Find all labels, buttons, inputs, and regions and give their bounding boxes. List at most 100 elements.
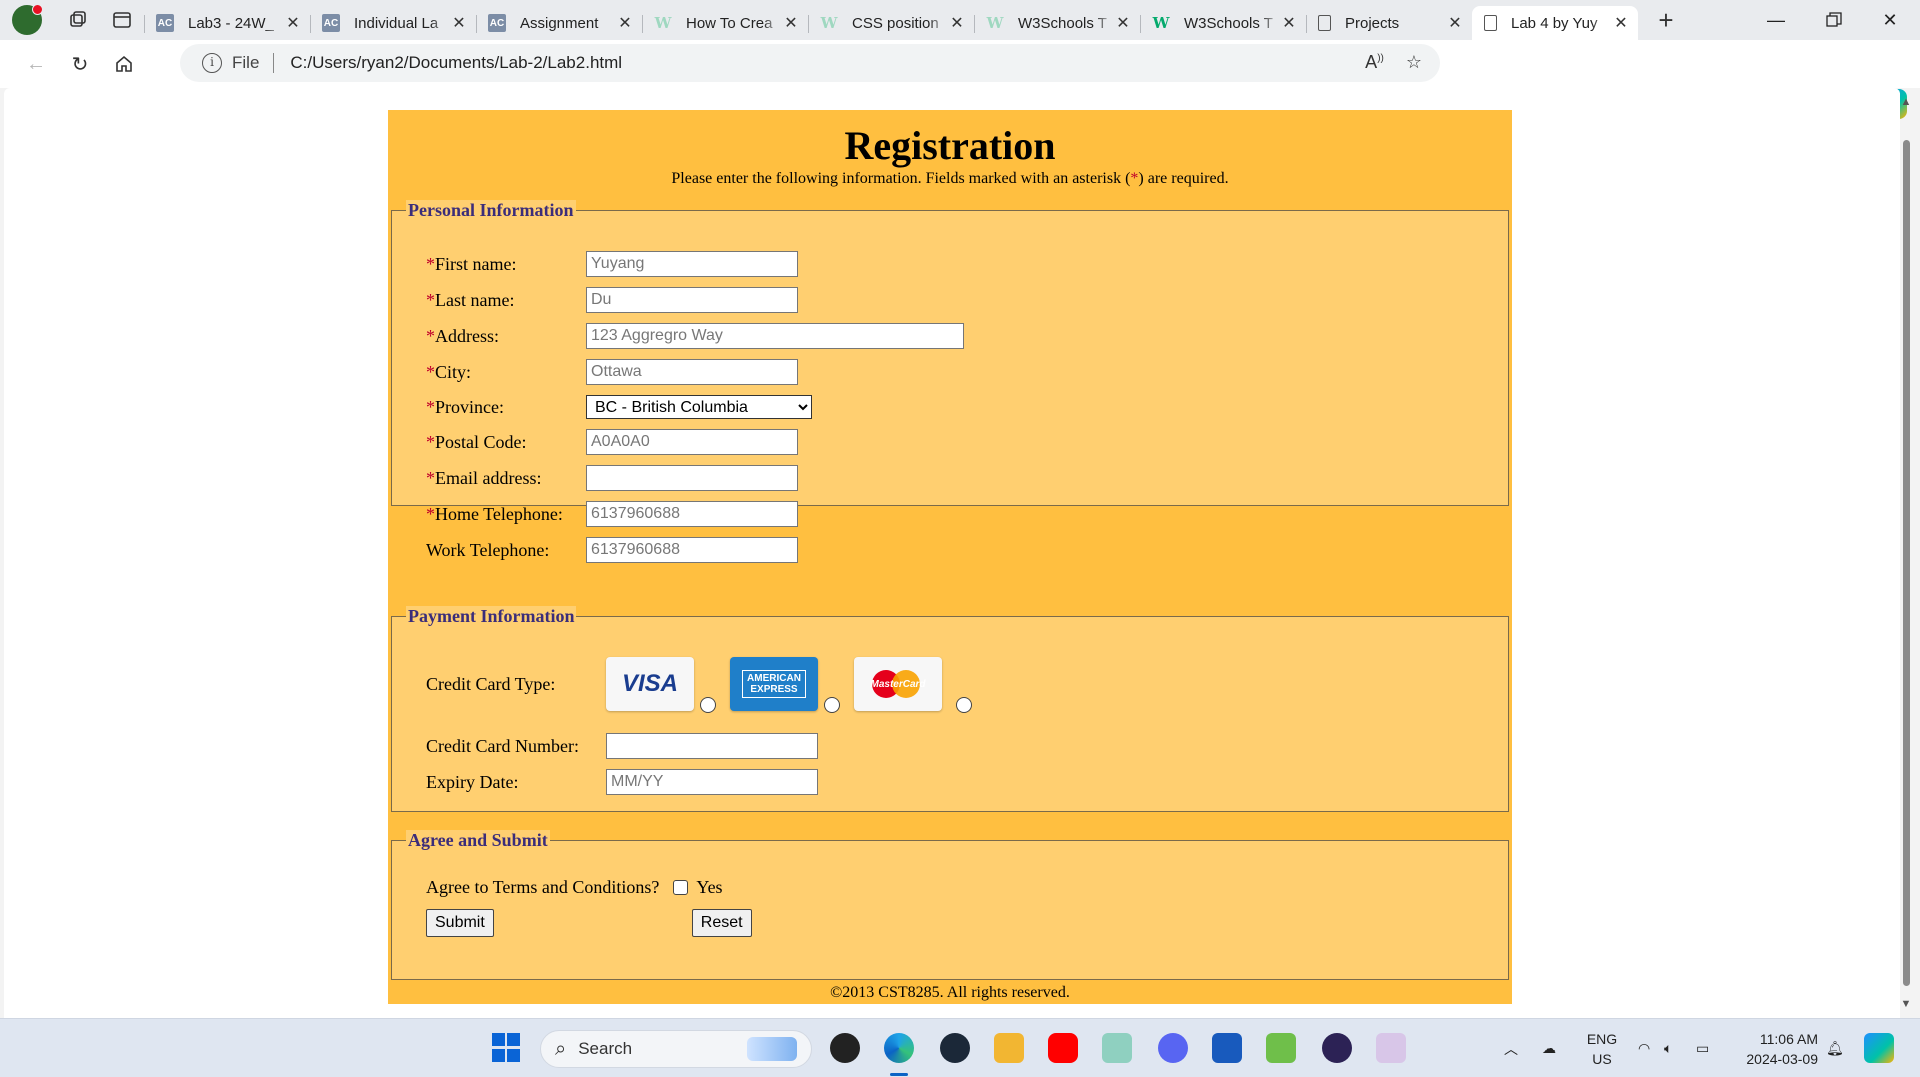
close-icon[interactable]: ✕ (1280, 13, 1298, 33)
ac-icon: AC (156, 14, 174, 32)
close-icon[interactable]: ✕ (948, 13, 966, 33)
workspaces-icon[interactable] (56, 0, 100, 40)
close-icon[interactable]: ✕ (1446, 13, 1464, 33)
mastercard-radio[interactable] (956, 697, 972, 713)
province-select[interactable]: BC - British Columbia (586, 395, 812, 419)
home-icon[interactable] (102, 44, 146, 84)
scheme-label: File (232, 53, 260, 72)
window-close-icon[interactable]: ✕ (1862, 0, 1918, 40)
restore-icon[interactable] (1806, 0, 1862, 40)
label-text: Province: (435, 396, 504, 417)
first-name-input[interactable] (586, 251, 798, 277)
mastercard-logo: MasterCard (854, 657, 942, 711)
tab-actions-icon[interactable] (100, 0, 144, 40)
notification-bell-icon[interactable]: 🔔︎ (1826, 1019, 1844, 1077)
amex-radio[interactable] (824, 697, 840, 713)
buttons-row: Submit Reset (426, 909, 752, 937)
edge-browser-icon[interactable] (884, 1033, 914, 1063)
scroll-up-arrow-icon[interactable]: ▲ (1900, 96, 1912, 108)
battery-icon[interactable]: ▭ (1696, 1019, 1709, 1077)
expiry-date-input[interactable] (606, 769, 818, 795)
profile-avatar[interactable] (12, 4, 43, 35)
onedrive-icon[interactable]: ☁ (1542, 1019, 1556, 1077)
province-label: *Province: (426, 397, 586, 418)
system-clock[interactable]: 11:06 AM 2024-03-09 (1726, 1029, 1818, 1069)
obs-icon[interactable] (830, 1033, 860, 1063)
refresh-icon[interactable]: ↻ (58, 44, 102, 84)
tab-lab3[interactable]: AC Lab3 - 24W_ ✕ (144, 6, 310, 40)
reset-button[interactable]: Reset (691, 909, 752, 937)
region-code: US (1592, 1051, 1612, 1067)
required-asterisk: * (426, 467, 435, 488)
visa-logo-text: VISA (621, 670, 678, 697)
scroll-thumb[interactable] (1903, 140, 1910, 986)
language-indicator[interactable]: ENG US (1584, 1029, 1620, 1069)
tab-css-position[interactable]: W CSS position ✕ (808, 6, 974, 40)
close-icon[interactable]: ✕ (284, 13, 302, 33)
label-text: City: (435, 361, 472, 382)
close-icon[interactable]: ✕ (782, 13, 800, 33)
visa-logo: VISA (606, 657, 694, 711)
snipping-tool-icon[interactable] (1376, 1033, 1406, 1063)
required-asterisk: * (426, 361, 435, 382)
postal-code-input[interactable] (586, 429, 798, 455)
close-icon[interactable]: ✕ (1612, 13, 1630, 33)
work-phone-row: Work Telephone: (426, 537, 798, 563)
visa-radio[interactable] (700, 697, 716, 713)
back-arrow-icon[interactable]: ← (14, 44, 58, 84)
scroll-down-arrow-icon[interactable]: ▼ (1900, 998, 1912, 1010)
tab-how-to-create[interactable]: W How To Crea ✕ (642, 6, 808, 40)
terms-yes-label[interactable]: Yes (696, 877, 722, 898)
new-tab-button[interactable]: + (1646, 5, 1686, 36)
speaker-muted-icon[interactable]: 🔈︎ (1664, 1019, 1672, 1077)
tab-projects[interactable]: Projects ✕ (1306, 6, 1472, 40)
last-name-input[interactable] (586, 287, 798, 313)
tray-overflow-chevron-icon[interactable]: ︿ (1504, 1019, 1518, 1077)
first-name-label: *First name: (426, 254, 586, 275)
read-aloud-icon[interactable]: A)) (1365, 52, 1384, 73)
card-number-input[interactable] (606, 733, 818, 759)
tab-individual-lab[interactable]: AC Individual La ✕ (310, 6, 476, 40)
tab-lab4-active[interactable]: Lab 4 by Yuy ✕ (1472, 6, 1638, 40)
close-icon[interactable]: ✕ (616, 13, 634, 33)
card-number-label: Credit Card Number: (426, 735, 579, 756)
vertical-scrollbar[interactable]: ▲ ▼ (1900, 96, 1912, 1010)
discord-icon[interactable] (1158, 1033, 1188, 1063)
favorite-star-icon[interactable]: ☆ (1406, 52, 1422, 73)
work-phone-input[interactable] (586, 537, 798, 563)
word-icon[interactable] (1212, 1033, 1242, 1063)
tab-w3schools-2[interactable]: W W3Schools T ✕ (1140, 6, 1306, 40)
copilot-taskbar-icon[interactable] (1864, 1033, 1894, 1063)
tab-w3schools-1[interactable]: W W3Schools T ✕ (974, 6, 1140, 40)
taskbar-search-placeholder: Search (578, 1039, 633, 1058)
windows-start-icon[interactable] (492, 1033, 522, 1063)
first-name-row: *First name: (426, 251, 798, 277)
city-input[interactable] (586, 359, 798, 385)
close-icon[interactable]: ✕ (1114, 13, 1132, 33)
info-icon[interactable]: i (202, 53, 222, 73)
tab-assignment[interactable]: AC Assignment ✕ (476, 6, 642, 40)
terms-checkbox[interactable] (673, 880, 689, 895)
email-input[interactable] (586, 465, 798, 491)
minimize-icon[interactable]: — (1748, 0, 1804, 40)
notes-app-icon[interactable] (1102, 1033, 1132, 1063)
personal-info-fieldset: Personal Information *First name: *Last … (391, 200, 1509, 563)
url-text[interactable]: C:/Users/ryan2/Documents/Lab-2/Lab2.html (290, 53, 622, 73)
wifi-icon[interactable]: ◠ (1638, 1019, 1650, 1077)
eclipse-icon[interactable] (1322, 1033, 1352, 1063)
card-type-row: Credit Card Type: VISA AMERICAN EXPRESS M… (426, 655, 972, 713)
youtube-icon[interactable] (1048, 1033, 1078, 1063)
taskbar-search[interactable]: ⌕ Search (540, 1030, 812, 1068)
paint-app-icon[interactable] (1266, 1033, 1296, 1063)
file-explorer-icon[interactable] (994, 1033, 1024, 1063)
home-phone-input[interactable] (586, 501, 798, 527)
address-bar[interactable]: i File C:/Users/ryan2/Documents/Lab-2/La… (180, 44, 1440, 82)
steam-icon[interactable] (940, 1033, 970, 1063)
label-text: Home Telephone: (435, 503, 563, 524)
close-icon[interactable]: ✕ (450, 13, 468, 33)
address-input[interactable] (586, 323, 964, 349)
home-phone-row: *Home Telephone: (426, 501, 798, 527)
windows-taskbar: ⌕ Search ︿ ☁ ENG US ◠ 🔈︎ ▭ 11:06 AM 2024… (0, 1018, 1920, 1077)
submit-button[interactable]: Submit (426, 909, 494, 937)
expiry-date-row: Expiry Date: (426, 769, 818, 795)
